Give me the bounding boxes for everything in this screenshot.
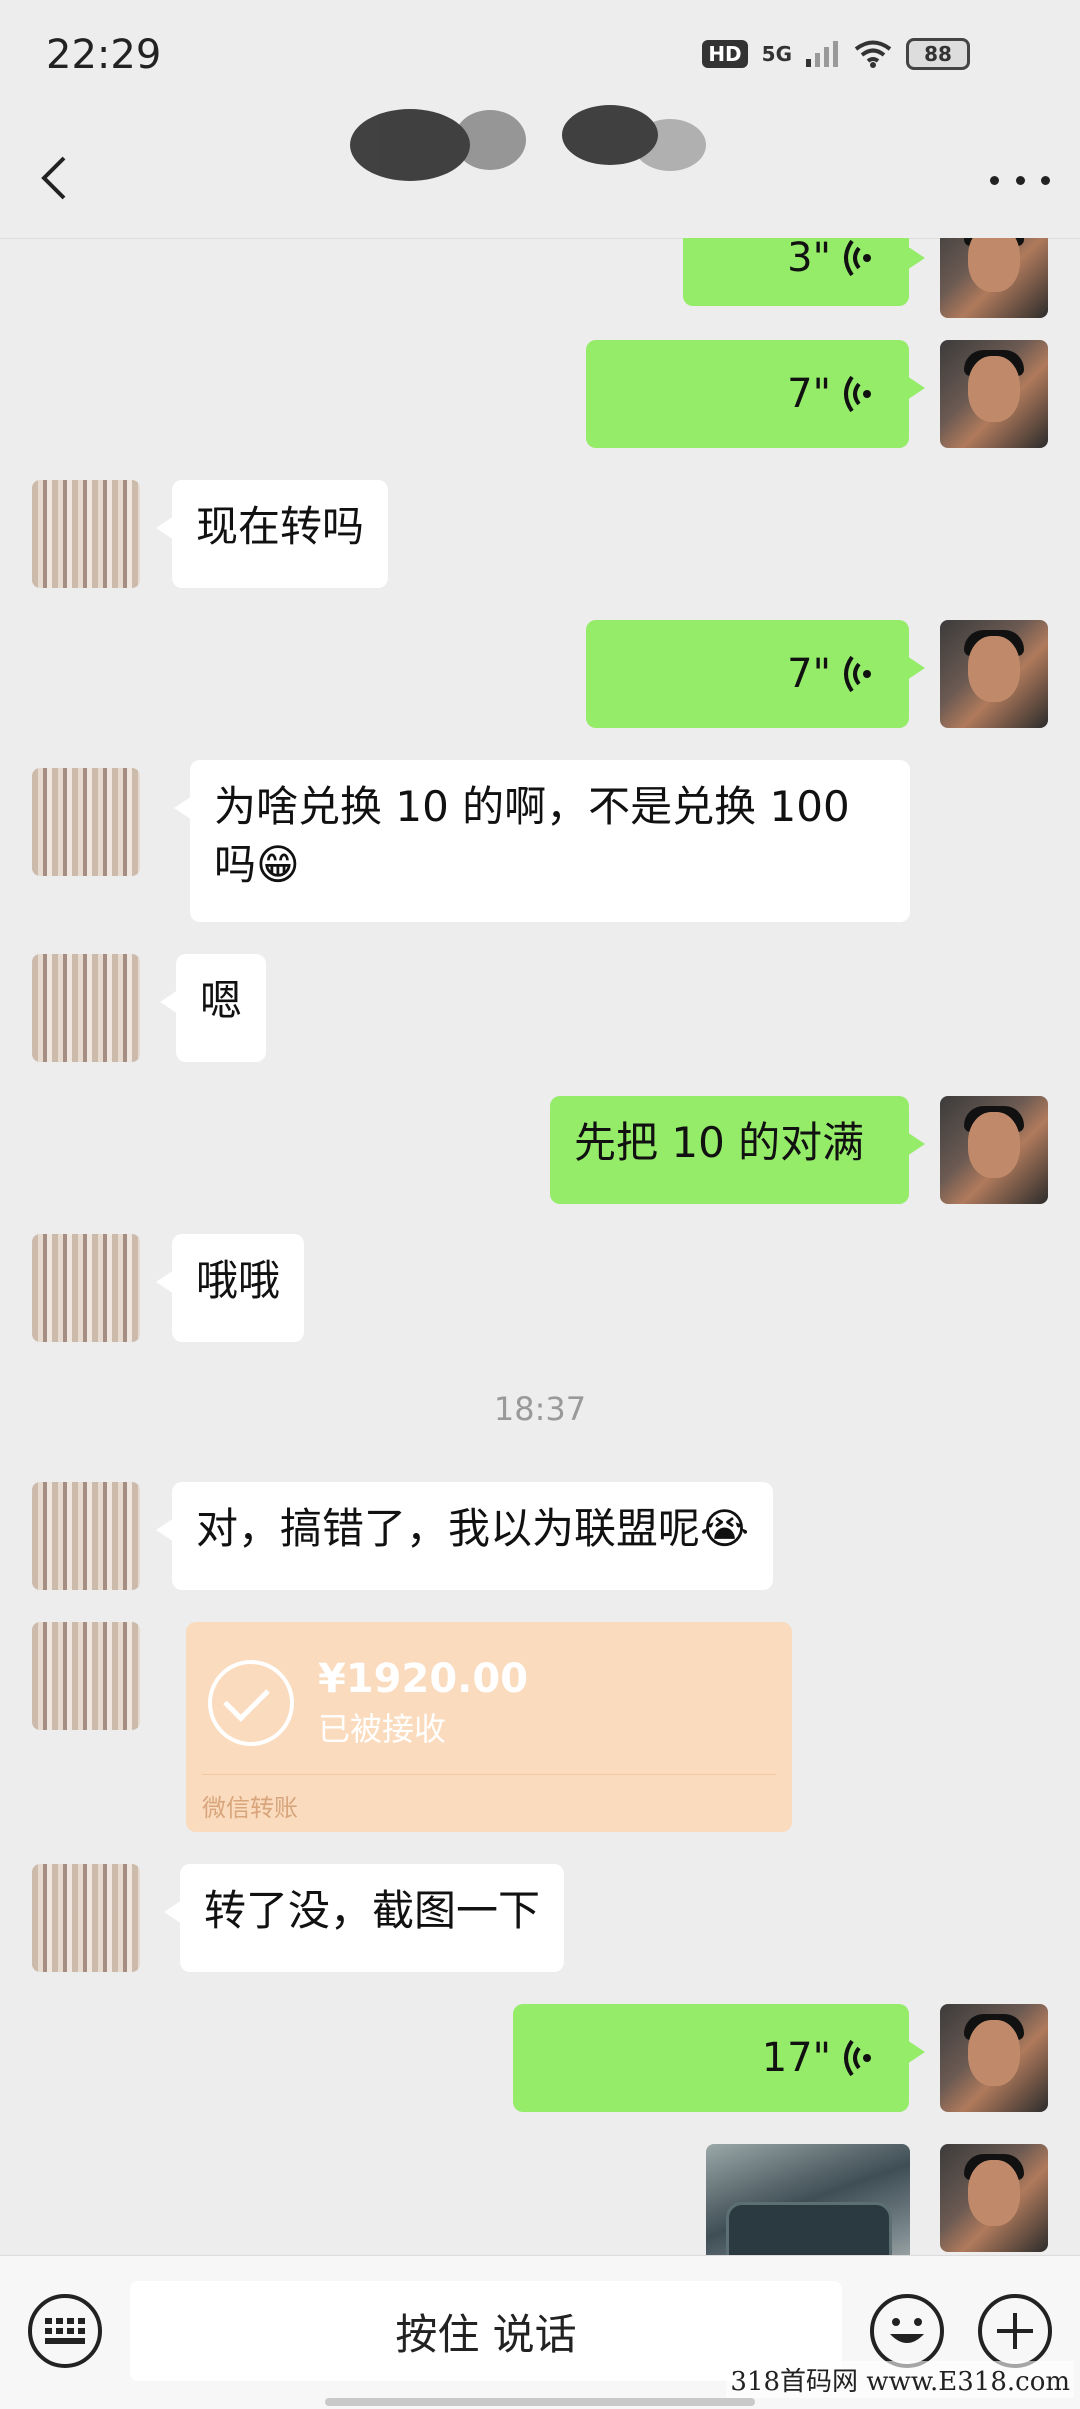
text-bubble[interactable]: 为啥兑换 10 的啊，不是兑换 100 吗😁 [174,760,910,922]
status-time: 22:29 [46,32,162,78]
contact-avatar[interactable] [32,954,140,1062]
signal-icon [806,41,838,67]
transfer-card[interactable]: ¥1920.00 已被接收 微信转账 [186,1622,792,1832]
my-avatar[interactable] [940,2004,1048,2112]
chevron-left-icon [41,156,66,200]
voice-wave-icon [843,374,873,414]
chat-header [0,105,1080,239]
contact-avatar[interactable] [32,1622,140,1730]
more-button[interactable] [990,160,1050,200]
transfer-status: 已被接收 [318,1710,447,1748]
voice-bubble[interactable]: 3" [683,238,925,306]
text-bubble[interactable]: 嗯 [159,954,267,1062]
more-dot-icon [1015,175,1025,185]
voice-duration: 17" [761,2035,831,2081]
network-type: 5G [761,42,792,66]
status-icons: HD 5G 88 [702,38,970,70]
keyboard-button[interactable] [28,2294,102,2368]
plus-icon [997,2313,1033,2349]
voice-bubble[interactable]: 7" [586,620,925,728]
transfer-amount: ¥1920.00 [318,1656,529,1702]
battery-icon: 88 [906,38,970,70]
check-circle-icon [208,1660,294,1746]
voice-wave-icon [843,654,873,694]
my-avatar[interactable] [940,340,1048,448]
text-bubble[interactable]: 现在转吗 [155,480,389,588]
voice-duration: 7" [787,371,831,417]
voice-wave-icon [843,2038,873,2078]
hd-icon: HD [702,40,748,68]
my-avatar[interactable] [940,1096,1048,1204]
contact-avatar[interactable] [32,1864,140,1972]
my-avatar[interactable] [940,238,1048,318]
contact-avatar[interactable] [32,1234,140,1342]
voice-wave-icon [843,238,873,278]
emoji-button[interactable] [870,2294,944,2368]
time-separator: 18:37 [493,1390,587,1428]
more-dot-icon [1041,175,1050,185]
message-list[interactable]: 3" 7" 现在转吗 7" 为啥兑换 10 的啊，不是兑换 100 吗😁 嗯 先… [0,238,1080,2255]
voice-bubble[interactable]: 7" [586,340,925,448]
keyboard-icon [45,2318,85,2344]
wifi-icon [854,40,892,68]
image-message[interactable] [706,2144,910,2255]
text-bubble[interactable]: 先把 10 的对满 [550,1096,925,1204]
smiley-icon [890,2318,924,2343]
back-button[interactable] [30,148,90,208]
my-avatar[interactable] [940,2144,1048,2252]
home-indicator[interactable] [325,2398,755,2406]
contact-name-redacted [350,105,706,181]
voice-duration: 7" [787,651,831,697]
text-bubble[interactable]: 转了没，截图一下 [163,1864,565,1972]
contact-avatar[interactable] [32,480,140,588]
contact-avatar[interactable] [32,768,140,876]
contact-avatar[interactable] [32,1482,140,1590]
transfer-label: 微信转账 [202,1794,298,1822]
watermark: 318首码网 www.E318.com [726,2361,1074,2398]
voice-bubble[interactable]: 17" [513,2004,925,2112]
text-bubble[interactable]: 对，搞错了，我以为联盟呢😭 [155,1482,774,1590]
my-avatar[interactable] [940,620,1048,728]
voice-duration: 3" [787,238,831,281]
divider [202,1774,776,1775]
plus-button[interactable] [978,2294,1052,2368]
more-dot-icon [990,175,999,185]
text-bubble[interactable]: 哦哦 [155,1234,305,1342]
